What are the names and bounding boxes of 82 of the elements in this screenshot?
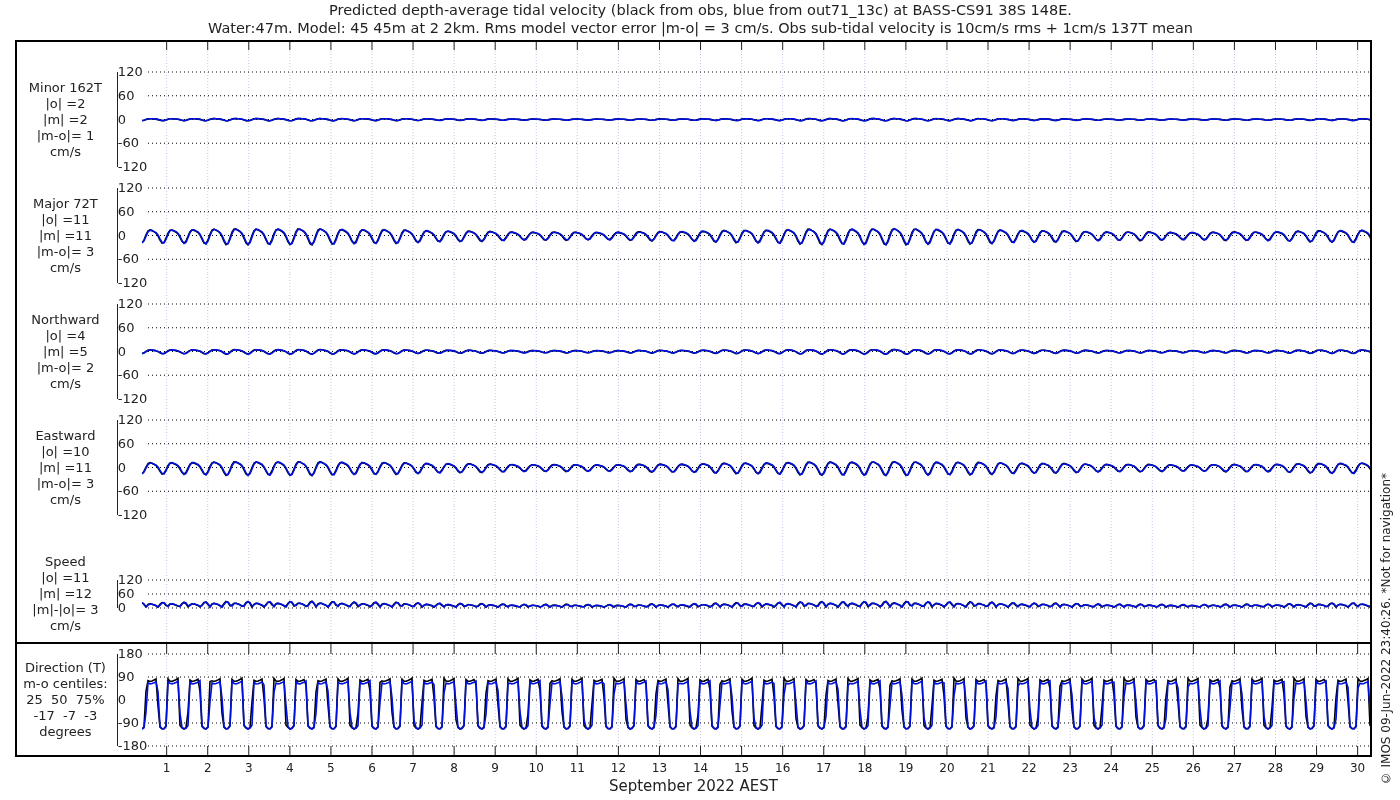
chart-title: Predicted depth-average tidal velocity (black from obs, blue from out71_13c) at BASS-CS91 38S 148E. xyxy=(329,1,1072,19)
x-tick-label: 23 xyxy=(1062,761,1078,775)
x-tick-label: 11 xyxy=(569,761,585,775)
panel-label: |m| =2 xyxy=(43,111,88,128)
y-tick-label: 0 xyxy=(117,112,127,127)
panel-label: m-o centiles: xyxy=(23,675,108,692)
panel-label: |m-o|= 1 xyxy=(36,127,95,144)
x-tick-label: 27 xyxy=(1226,761,1243,775)
panel-label: |m| =5 xyxy=(43,343,88,360)
x-tick-label: 4 xyxy=(286,761,294,775)
y-tick-label: 0 xyxy=(117,228,127,243)
x-tick-label: 15 xyxy=(733,761,750,775)
x-tick-label: 25 xyxy=(1144,761,1160,775)
panel-label: Major 72T xyxy=(33,195,98,212)
panel-label: Northward xyxy=(31,311,100,328)
panel-label: |o| =4 xyxy=(45,327,86,344)
x-tick-label: 28 xyxy=(1267,761,1284,775)
x-tick-label: 8 xyxy=(450,761,458,775)
panel-label: |m|-|o|= 3 xyxy=(32,602,99,618)
x-tick-label: 20 xyxy=(939,761,955,775)
x-tick-label: 12 xyxy=(610,761,627,775)
y-tick-label: 120 xyxy=(117,297,143,311)
panel-label: |o| =2 xyxy=(45,95,86,112)
panel-label: Speed xyxy=(45,554,86,570)
panel-label: cm/s xyxy=(49,618,81,634)
x-tick-label: 17 xyxy=(816,761,832,775)
y-tick-label: 0 xyxy=(117,693,127,707)
panel-label: cm/s xyxy=(49,491,81,508)
panel-label: cm/s xyxy=(49,259,81,276)
x-tick-label: 10 xyxy=(528,761,544,775)
x-tick-label: 26 xyxy=(1185,761,1201,775)
x-tick-label: 3 xyxy=(244,761,253,775)
x-tick-label: 24 xyxy=(1103,761,1119,775)
x-tick-label: 5 xyxy=(327,761,335,775)
panel-label: |m-o|= 2 xyxy=(36,359,95,376)
panel-label: |m| =12 xyxy=(38,586,92,602)
chart-subtitle: Water:47m. Model: 45 45m at 2 2km. Rms model vector error |m-o| = 3 cm/s. Obs sub-tidal velocity is 10cm/s rms + 1cm/s 137T mean xyxy=(207,19,1194,37)
x-tick-label: 18 xyxy=(857,761,873,775)
x-tick-label: 14 xyxy=(692,761,709,775)
x-tick-label: 7 xyxy=(409,761,417,775)
copyright-notice: © IMOS 09-Jun-2022 23:40:26. *Not for navigation* xyxy=(1379,472,1393,785)
y-tick-label: 120 xyxy=(117,65,143,79)
panel-label: Direction (T) xyxy=(24,659,106,676)
y-tick-label: 180 xyxy=(117,647,143,661)
y-tick-label: 0 xyxy=(117,460,127,475)
x-tick-label: 30 xyxy=(1350,761,1366,775)
panel-label: |m| =11 xyxy=(38,459,92,476)
y-tick-label: 0 xyxy=(117,601,127,615)
y-tick-label: 120 xyxy=(117,181,143,195)
x-tick-label: 21 xyxy=(980,761,996,775)
panel-label: 25 50 75% xyxy=(26,691,105,708)
panel-label: cm/s xyxy=(49,143,81,160)
x-tick-label: 22 xyxy=(1021,761,1037,775)
panel-label: |m-o|= 3 xyxy=(36,243,95,260)
x-tick-label: 6 xyxy=(368,761,376,775)
y-tick-label: -180 xyxy=(117,739,148,753)
y-tick-label: -120 xyxy=(117,276,148,290)
panel-label: |m| =11 xyxy=(38,227,92,244)
panel-label: -17 -7 -3 xyxy=(33,707,98,724)
panel-label: cm/s xyxy=(49,375,81,392)
x-tick-label: 13 xyxy=(651,761,668,775)
panel-label: degrees xyxy=(39,723,92,740)
x-tick-label: 16 xyxy=(775,761,791,775)
x-tick-label: 29 xyxy=(1308,761,1325,775)
panel-label: |o| =11 xyxy=(41,211,90,228)
panel-label: Minor 162T xyxy=(28,79,103,96)
panel-label: Eastward xyxy=(35,427,96,444)
y-tick-label: -90 xyxy=(117,716,140,730)
panel-label: |o| =11 xyxy=(41,570,90,586)
y-tick-label: -120 xyxy=(117,508,148,522)
y-tick-label: 120 xyxy=(117,573,143,587)
panel-label: |m-o|= 3 xyxy=(36,475,95,492)
x-tick-label: 2 xyxy=(203,761,212,775)
y-tick-label: -120 xyxy=(117,160,148,174)
y-tick-label: 120 xyxy=(117,413,143,427)
panel-label: |o| =10 xyxy=(41,443,90,460)
x-tick-label: 1 xyxy=(162,761,171,775)
y-tick-label: 0 xyxy=(117,344,127,359)
x-tick-label: 9 xyxy=(491,761,499,775)
y-tick-label: -120 xyxy=(117,392,148,406)
x-axis-label: September 2022 AEST xyxy=(608,777,778,795)
x-tick-label: 19 xyxy=(898,761,914,775)
